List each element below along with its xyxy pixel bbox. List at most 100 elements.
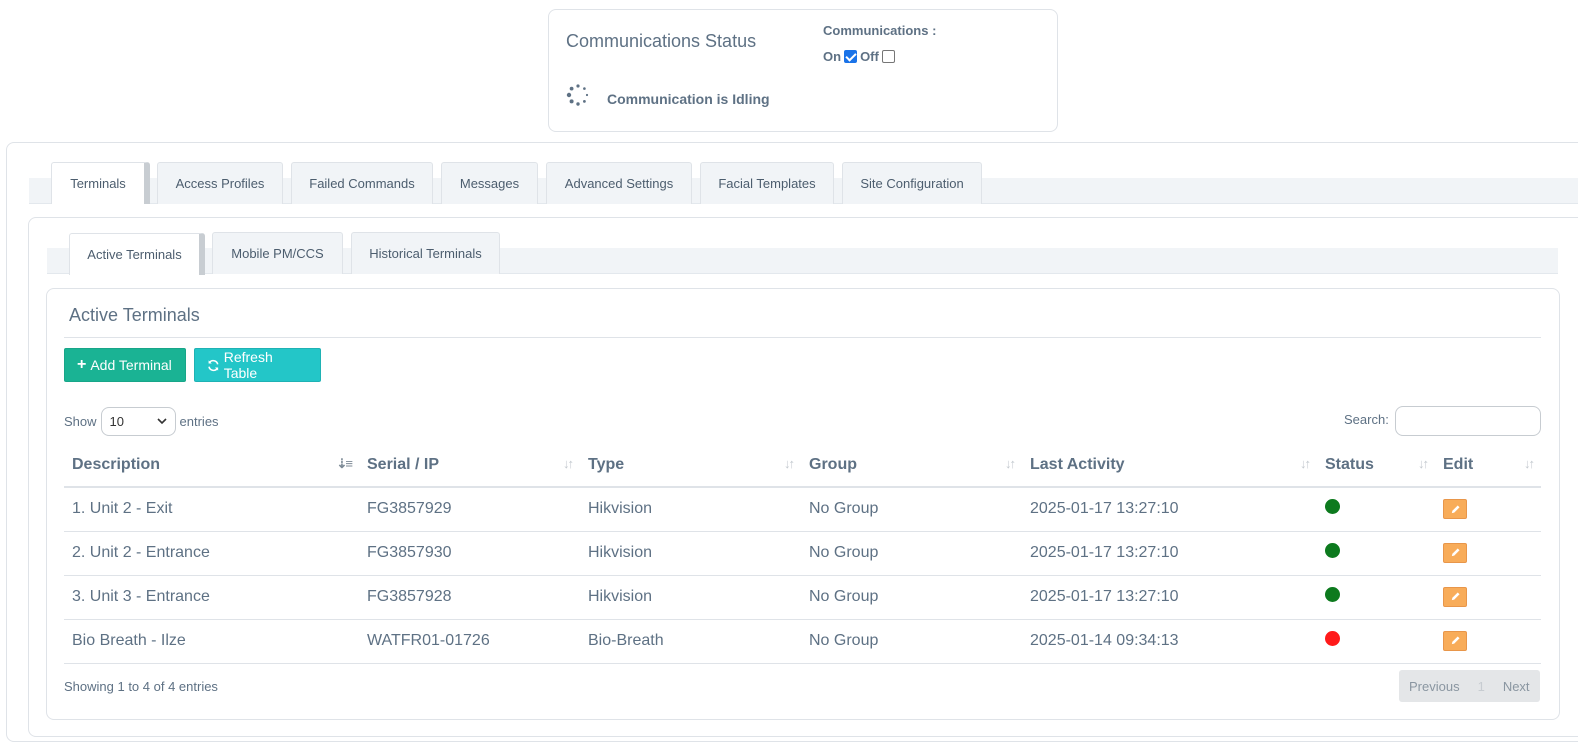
on-checkbox[interactable] — [844, 50, 858, 63]
column-header-label: Description — [72, 455, 161, 473]
column-header-status[interactable]: Status ↓↑ — [1317, 443, 1435, 488]
table-header-row: Description ⇣≡ Serial / IP ↓↑ Type ↓↑ Group… — [64, 443, 1541, 488]
tab-advanced-settings[interactable]: Advanced Settings — [546, 162, 692, 204]
table-info: Showing 1 to 4 of 4 entries — [64, 679, 218, 694]
cell-last-activity: 2025-01-17 13:27:10 — [1022, 531, 1317, 576]
communication-status-text: Communication is Idling — [607, 91, 770, 107]
cell-last-activity: 2025-01-17 13:27:10 — [1022, 487, 1317, 532]
tab-failed-commands[interactable]: Failed Commands — [291, 162, 433, 204]
communications-label: Communications : — [823, 23, 937, 38]
cell-description: 1. Unit 2 - Exit — [64, 487, 359, 532]
column-header-serial[interactable]: Serial / IP ↓↑ — [359, 443, 580, 488]
cell-serial: FG3857929 — [359, 487, 580, 532]
add-terminal-button[interactable]: + Add Terminal — [64, 348, 186, 382]
page-1-button[interactable]: 1 — [1470, 670, 1493, 702]
tab-site-configuration[interactable]: Site Configuration — [842, 162, 982, 204]
tab-label: Active Terminals — [87, 247, 182, 262]
pencil-icon — [1451, 592, 1460, 601]
refresh-table-button[interactable]: Refresh Table — [194, 348, 321, 382]
off-label: Off — [860, 49, 879, 64]
edit-button[interactable] — [1443, 630, 1467, 651]
table-row: 1. Unit 2 - Exit FG3857929 Hikvision No … — [64, 487, 1541, 532]
sort-icon: ↓↑ — [563, 456, 574, 471]
cell-edit — [1435, 575, 1541, 620]
status-online-icon — [1325, 587, 1340, 602]
cell-status — [1317, 575, 1435, 620]
entries-label: entries — [179, 414, 219, 429]
show-label: Show — [64, 414, 97, 429]
cell-last-activity: 2025-01-17 13:27:10 — [1022, 575, 1317, 620]
column-header-label: Type — [588, 455, 625, 473]
divider — [64, 337, 1541, 338]
column-header-label: Status — [1325, 455, 1374, 473]
pencil-icon — [1451, 548, 1460, 557]
edit-button[interactable] — [1443, 542, 1467, 563]
cell-serial: FG3857930 — [359, 531, 580, 576]
table-row: Bio Breath - Ilze WATFR01-01726 Bio-Brea… — [64, 619, 1541, 664]
cell-edit — [1435, 487, 1541, 532]
tab-terminals[interactable]: Terminals — [51, 162, 150, 204]
off-checkbox[interactable] — [881, 50, 895, 63]
tab-label: Mobile PM/CCS — [231, 246, 324, 261]
edit-button[interactable] — [1443, 586, 1467, 607]
panel-title: Active Terminals — [69, 305, 200, 325]
tab-label: Historical Terminals — [369, 246, 482, 261]
pencil-icon — [1451, 636, 1460, 645]
sort-icon: ↓↑ — [1418, 456, 1429, 471]
sort-icon: ↓↑ — [1524, 456, 1535, 471]
column-header-label: Last Activity — [1030, 455, 1125, 473]
cell-description: 2. Unit 2 - Entrance — [64, 531, 359, 576]
tab-label: Messages — [459, 176, 520, 191]
cell-group: No Group — [801, 619, 1022, 664]
cell-serial: FG3857928 — [359, 575, 580, 620]
table-row: 2. Unit 2 - Entrance FG3857930 Hikvision… — [64, 531, 1541, 576]
cell-last-activity: 2025-01-14 09:34:13 — [1022, 619, 1317, 664]
add-terminal-label: Add Terminal — [90, 357, 172, 373]
search-input[interactable] — [1395, 406, 1541, 436]
sort-icon: ↓↑ — [1005, 456, 1016, 471]
communications-status-card: Communications Status Communications : O… — [548, 9, 1058, 132]
cell-edit — [1435, 619, 1541, 664]
cell-edit — [1435, 531, 1541, 576]
edit-button[interactable] — [1443, 499, 1467, 519]
cell-group: No Group — [801, 575, 1022, 620]
cell-type: Hikvision — [580, 487, 801, 532]
refresh-icon — [208, 359, 219, 371]
cell-group: No Group — [801, 487, 1022, 532]
column-header-label: Edit — [1443, 455, 1474, 473]
pagination: Previous 1 Next — [1399, 670, 1540, 702]
column-header-label: Serial / IP — [367, 455, 440, 473]
chevron-down-icon — [156, 418, 167, 425]
cell-type: Hikvision — [580, 575, 801, 620]
tab-facial-templates[interactable]: Facial Templates — [700, 162, 834, 204]
table-row: 3. Unit 3 - Entrance FG3857928 Hikvision… — [64, 575, 1541, 620]
tab-historical-terminals[interactable]: Historical Terminals — [351, 232, 500, 274]
column-header-last-activity[interactable]: Last Activity ↓↑ — [1022, 443, 1317, 488]
column-header-edit[interactable]: Edit ↓↑ — [1435, 443, 1541, 488]
refresh-table-label: Refresh Table — [223, 349, 273, 381]
terminals-table: Description ⇣≡ Serial / IP ↓↑ Type ↓↑ Group… — [64, 443, 1541, 664]
page-size-control: Show 10 entries — [64, 407, 219, 436]
tab-label: Terminals — [70, 176, 126, 191]
column-header-description[interactable]: Description ⇣≡ — [64, 443, 359, 488]
tab-messages[interactable]: Messages — [441, 162, 538, 204]
next-button[interactable]: Next — [1493, 670, 1540, 702]
tab-label: Facial Templates — [718, 176, 816, 191]
sort-asc-icon: ⇣≡ — [336, 456, 354, 471]
cell-status — [1317, 619, 1435, 664]
pencil-icon — [1451, 504, 1460, 513]
tab-mobile-pm-ccs[interactable]: Mobile PM/CCS — [212, 232, 343, 274]
cell-group: No Group — [801, 531, 1022, 576]
column-header-label: Group — [809, 455, 857, 473]
cell-type: Bio-Breath — [580, 619, 801, 664]
cell-status — [1317, 531, 1435, 576]
tab-active-terminals[interactable]: Active Terminals — [69, 233, 205, 275]
tab-access-profiles[interactable]: Access Profiles — [157, 162, 283, 204]
status-online-icon — [1325, 543, 1340, 558]
column-header-group[interactable]: Group ↓↑ — [801, 443, 1022, 488]
cell-status — [1317, 487, 1435, 532]
page-size-select[interactable]: 10 — [100, 407, 176, 436]
column-header-type[interactable]: Type ↓↑ — [580, 443, 801, 488]
sort-icon: ↓↑ — [1300, 456, 1311, 471]
previous-button[interactable]: Previous — [1399, 670, 1470, 702]
